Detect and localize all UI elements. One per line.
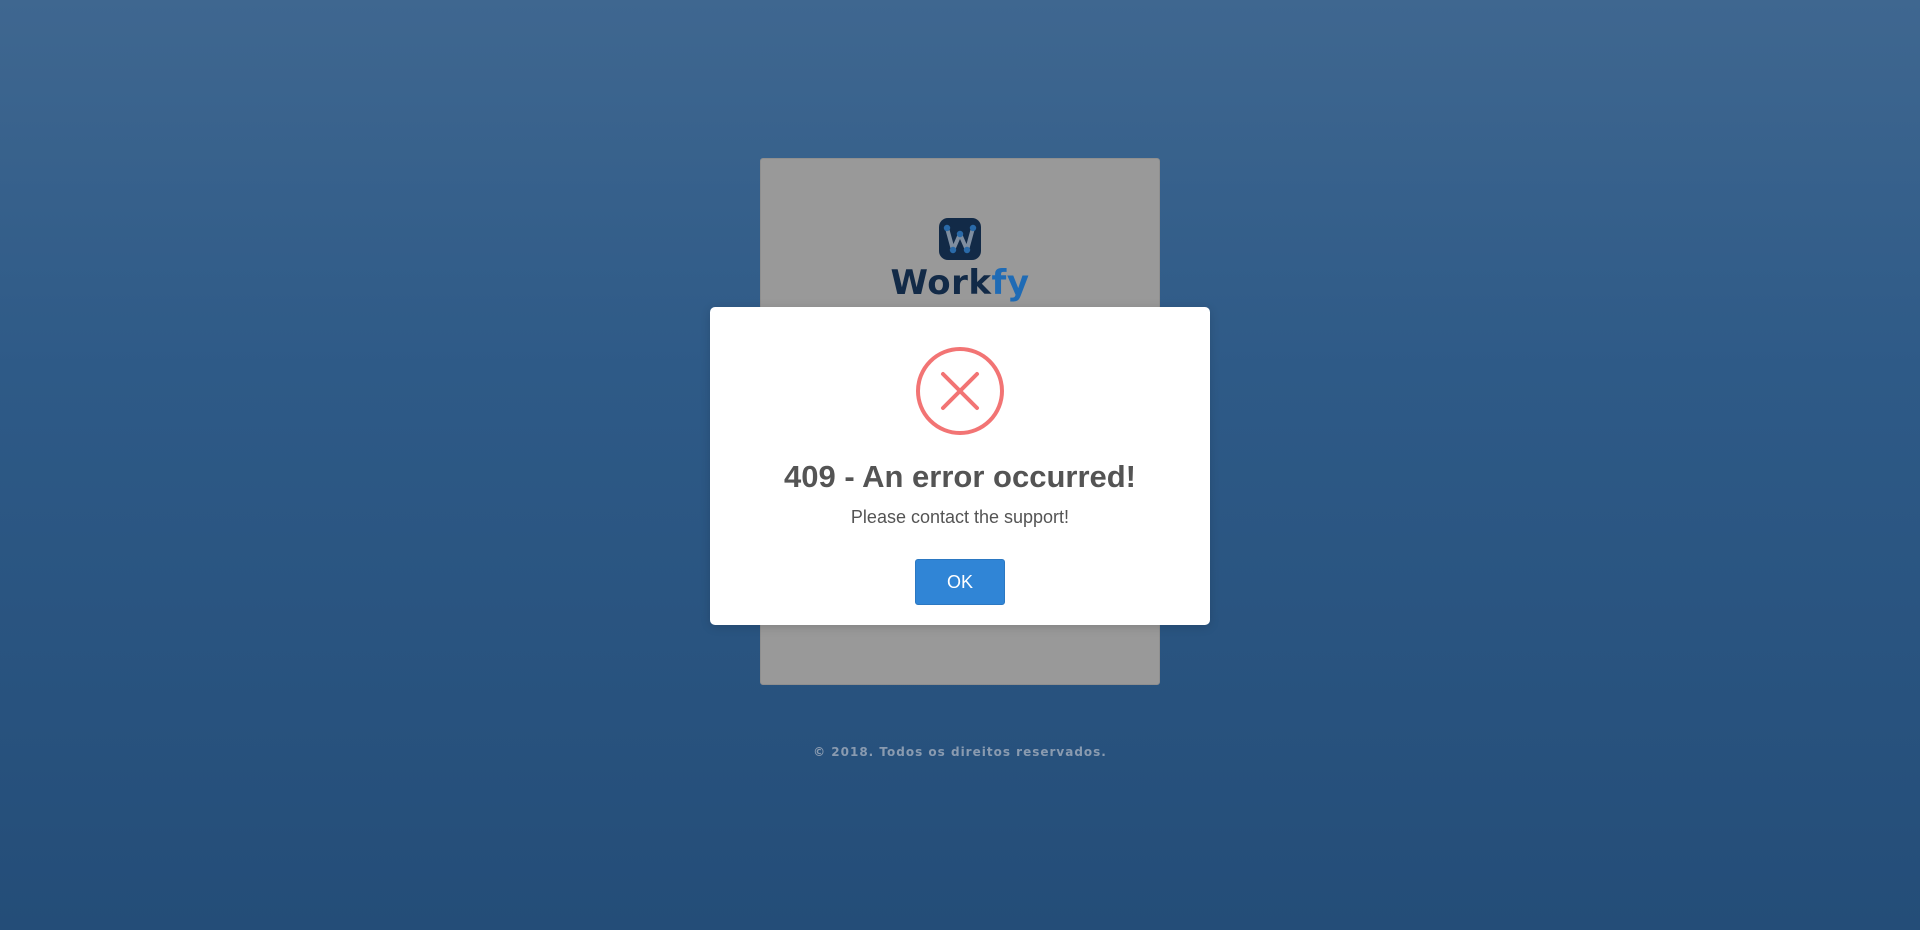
workfy-logo-icon — [939, 218, 981, 260]
error-x-circle-icon — [916, 347, 1004, 435]
dialog-title: 409 - An error occurred! — [783, 459, 1137, 494]
brand-wordmark-part-a: Work — [890, 263, 992, 303]
brand-logo: Workfy — [761, 217, 1159, 303]
error-dialog: 409 - An error occurred! Please contact … — [710, 307, 1210, 625]
dialog-message: Please contact the support! — [850, 507, 1070, 527]
footer-copyright: © 2018. Todos os direitos reservados. — [813, 745, 1107, 759]
ok-button[interactable]: OK — [915, 559, 1005, 605]
brand-wordmark-part-b: fy — [991, 263, 1030, 303]
brand-wordmark: Workfy — [761, 263, 1159, 303]
